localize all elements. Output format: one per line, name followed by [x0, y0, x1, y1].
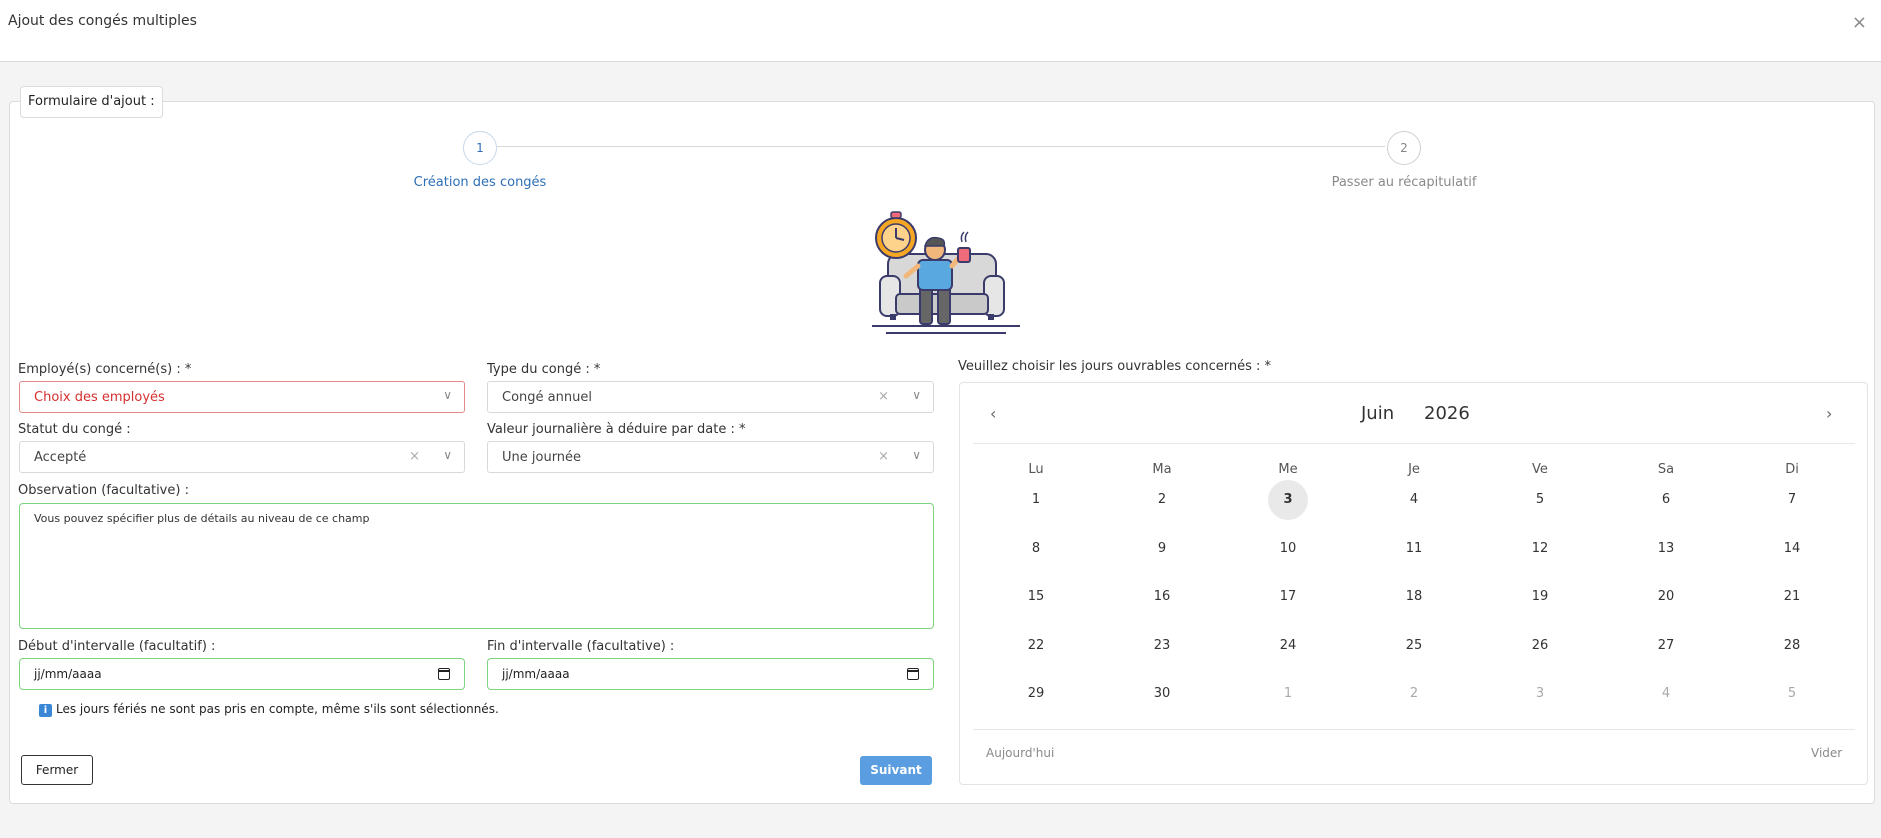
calendar-month[interactable]: Juin: [1361, 403, 1394, 424]
employees-label: Employé(s) concerné(s) : *: [18, 362, 192, 377]
holidays-notice-text: Les jours fériés ne sont pas pris en com…: [56, 702, 499, 716]
chevron-down-icon: ∨: [443, 448, 452, 462]
weekday-header: Di: [1785, 462, 1799, 477]
clear-icon[interactable]: ×: [409, 449, 420, 464]
start-date-value: jj/mm/aaaa: [34, 667, 102, 681]
calendar-divider: [973, 729, 1855, 730]
calendar-day[interactable]: 10: [1268, 529, 1308, 569]
status-label: Statut du congé :: [18, 422, 131, 437]
close-button[interactable]: Fermer: [21, 755, 93, 785]
calendar-day[interactable]: 16: [1142, 577, 1182, 617]
calendar-day[interactable]: 20: [1646, 577, 1686, 617]
calendar-icon[interactable]: [907, 668, 919, 680]
clear-icon[interactable]: ×: [878, 389, 889, 404]
calendar-day[interactable]: 24: [1268, 626, 1308, 666]
observation-label: Observation (facultative) :: [18, 483, 189, 498]
calendar-day[interactable]: 9: [1142, 529, 1182, 569]
vacation-illustration: [872, 211, 1020, 334]
modal-header: Ajout des congés multiples ×: [0, 0, 1881, 62]
form-legend: Formulaire d'ajout :: [20, 86, 163, 118]
calendar-day[interactable]: 29: [1016, 674, 1056, 714]
calendar-day[interactable]: 2: [1142, 480, 1182, 520]
employees-placeholder: Choix des employés: [34, 390, 165, 405]
end-date-value: jj/mm/aaaa: [502, 667, 570, 681]
start-date-label: Début d'intervalle (facultatif) :: [18, 639, 216, 654]
calendar-day[interactable]: 3: [1268, 480, 1308, 520]
weekday-header: Je: [1408, 462, 1420, 477]
leave-type-value: Congé annuel: [502, 390, 592, 405]
calendar-day[interactable]: 2: [1394, 674, 1434, 714]
info-icon: i: [39, 704, 52, 717]
calendar-day[interactable]: 12: [1520, 529, 1560, 569]
calendar-day[interactable]: 5: [1520, 480, 1560, 520]
today-link[interactable]: Aujourd'hui: [986, 746, 1054, 760]
status-value: Accepté: [34, 450, 87, 465]
calendar-day[interactable]: 8: [1016, 529, 1056, 569]
calendar-day[interactable]: 13: [1646, 529, 1686, 569]
observation-textarea[interactable]: Vous pouvez spécifier plus de détails au…: [19, 503, 934, 629]
step-2-label: Passer au récapitulatif: [1331, 175, 1477, 190]
clear-link[interactable]: Vider: [1811, 746, 1842, 760]
weekday-header: Sa: [1657, 462, 1675, 477]
end-date-input[interactable]: jj/mm/aaaa: [487, 658, 934, 690]
chevron-down-icon: ∨: [912, 388, 921, 402]
calendar-day[interactable]: 3: [1520, 674, 1560, 714]
daily-value-label: Valeur journalière à déduire par date : …: [487, 422, 746, 437]
calendar-day[interactable]: 6: [1646, 480, 1686, 520]
employees-select[interactable]: Choix des employés ∨: [19, 381, 465, 413]
stepper-line: [497, 146, 1385, 147]
calendar-day[interactable]: 1: [1268, 674, 1308, 714]
calendar-year[interactable]: 2026: [1424, 403, 1470, 424]
clear-icon[interactable]: ×: [878, 449, 889, 464]
calendar-day[interactable]: 4: [1646, 674, 1686, 714]
daily-value-select[interactable]: Une journée × ∨: [487, 441, 934, 473]
calendar-divider: [973, 443, 1855, 444]
status-select[interactable]: Accepté × ∨: [19, 441, 465, 473]
chevron-down-icon: ∨: [443, 388, 452, 402]
weekday-header: Ve: [1532, 462, 1548, 477]
calendar-day[interactable]: 21: [1772, 577, 1812, 617]
calendar-day[interactable]: 28: [1772, 626, 1812, 666]
calendar-day[interactable]: 17: [1268, 577, 1308, 617]
calendar-day[interactable]: 19: [1520, 577, 1560, 617]
calendar-day[interactable]: 5: [1772, 674, 1812, 714]
calendar-day[interactable]: 26: [1520, 626, 1560, 666]
chevron-right-icon[interactable]: ›: [1826, 404, 1832, 423]
step-1-circle[interactable]: 1: [463, 131, 497, 165]
modal-title: Ajout des congés multiples: [8, 13, 197, 29]
calendar-day[interactable]: 4: [1394, 480, 1434, 520]
start-date-input[interactable]: jj/mm/aaaa: [19, 658, 465, 690]
calendar-day[interactable]: 22: [1016, 626, 1056, 666]
calendar-day[interactable]: 18: [1394, 577, 1434, 617]
calendar-day[interactable]: 7: [1772, 480, 1812, 520]
calendar-day[interactable]: 27: [1646, 626, 1686, 666]
calendar-icon[interactable]: [438, 668, 450, 680]
calendar-label: Veuillez choisir les jours ouvrables con…: [958, 359, 1272, 374]
next-button[interactable]: Suivant: [860, 756, 932, 785]
weekday-header: Lu: [1028, 462, 1044, 477]
calendar-day[interactable]: 23: [1142, 626, 1182, 666]
end-date-label: Fin d'intervalle (facultative) :: [487, 639, 675, 654]
step-2-circle[interactable]: 2: [1387, 131, 1421, 165]
calendar-day[interactable]: 30: [1142, 674, 1182, 714]
calendar-day[interactable]: 15: [1016, 577, 1056, 617]
chevron-down-icon: ∨: [912, 448, 921, 462]
weekday-header: Me: [1278, 462, 1298, 477]
calendar-day[interactable]: 11: [1394, 529, 1434, 569]
leave-type-label: Type du congé : *: [487, 362, 601, 377]
chevron-left-icon[interactable]: ‹: [990, 404, 996, 423]
calendar-day[interactable]: 14: [1772, 529, 1812, 569]
daily-value-value: Une journée: [502, 450, 582, 465]
leave-type-select[interactable]: Congé annuel × ∨: [487, 381, 934, 413]
weekday-header: Ma: [1152, 462, 1172, 477]
holidays-notice: i Les jours fériés ne sont pas pris en co…: [39, 702, 499, 717]
step-1-label: Création des congés: [413, 175, 547, 190]
close-icon[interactable]: ×: [1852, 12, 1867, 33]
calendar-day[interactable]: 1: [1016, 480, 1056, 520]
calendar-day[interactable]: 25: [1394, 626, 1434, 666]
